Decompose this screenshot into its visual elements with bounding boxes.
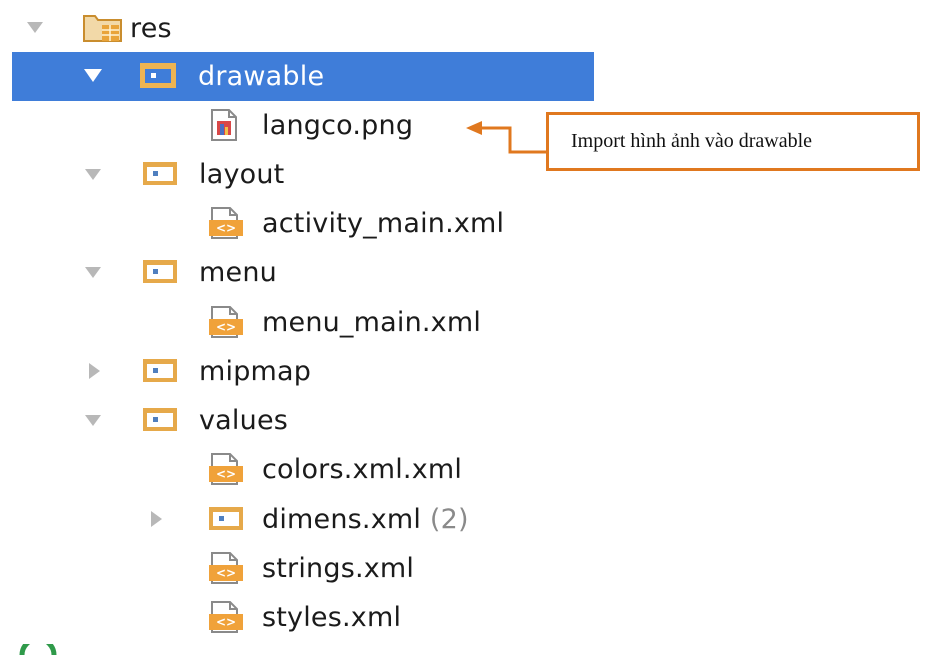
annotation-callout: Import hình ảnh vào drawable — [546, 112, 920, 171]
tree-item-strings-xml[interactable]: <> strings.xml — [0, 544, 600, 593]
folder-icon — [142, 257, 177, 287]
tree-item-activity-main-xml[interactable]: <> activity_main.xml — [0, 199, 600, 248]
tree-item-label: styles.xml — [262, 602, 402, 633]
xml-file-icon: <> — [208, 207, 243, 239]
tree-item-colors-xml[interactable]: <> colors.xml.xml — [0, 445, 600, 494]
folder-icon — [142, 356, 177, 386]
collapse-arrow-icon[interactable] — [86, 362, 104, 380]
svg-text:<>: <> — [216, 221, 236, 235]
tree-item-drawable[interactable]: drawable — [12, 52, 594, 101]
project-tree: res drawable langco.png layout <> activi… — [0, 0, 925, 655]
tree-item-label: langco.png — [262, 110, 414, 141]
tree-item-menu[interactable]: menu — [0, 248, 600, 297]
folder-icon — [142, 159, 177, 189]
tree-item-label: res — [130, 13, 172, 44]
tree-item-dimens-xml[interactable]: dimens.xml (2) — [0, 495, 600, 544]
resource-folder-icon — [83, 13, 122, 43]
tree-item-res[interactable]: res — [0, 4, 600, 53]
partial-app-icon — [19, 644, 57, 655]
callout-arrow-icon — [466, 121, 546, 154]
tree-item-label: drawable — [198, 61, 325, 92]
xml-file-icon: <> — [208, 601, 243, 633]
xml-file-icon: <> — [208, 552, 243, 584]
svg-text:<>: <> — [216, 615, 236, 629]
collapse-arrow-icon[interactable] — [148, 510, 166, 528]
expand-arrow-icon[interactable] — [26, 19, 44, 37]
tree-item-label: values — [199, 405, 289, 436]
expand-arrow-icon[interactable] — [84, 166, 102, 184]
xml-file-icon: <> — [208, 453, 243, 485]
folder-icon — [142, 405, 177, 435]
tree-item-label: menu — [199, 257, 277, 288]
tree-item-label: menu_main.xml — [262, 307, 482, 338]
tree-item-label: mipmap — [199, 356, 312, 387]
folder-icon — [140, 61, 176, 91]
folder-icon — [208, 504, 243, 534]
svg-text:<>: <> — [216, 566, 236, 580]
expand-arrow-icon[interactable] — [84, 412, 102, 430]
svg-text:<>: <> — [216, 320, 236, 334]
tree-item-mipmap[interactable]: mipmap — [0, 347, 600, 396]
xml-file-icon: <> — [208, 306, 243, 338]
expand-arrow-icon[interactable] — [84, 264, 102, 282]
tree-item-name: dimens.xml — [262, 504, 422, 535]
tree-item-label: activity_main.xml — [262, 208, 505, 239]
tree-item-styles-xml[interactable]: <> styles.xml — [0, 593, 600, 642]
file-count-badge: (2) — [429, 504, 469, 535]
tree-item-label: layout — [199, 159, 285, 190]
svg-text:<>: <> — [216, 467, 236, 481]
tree-item-values[interactable]: values — [0, 396, 600, 445]
tree-item-label: dimens.xml (2) — [262, 495, 469, 544]
tree-item-label: colors.xml.xml — [262, 454, 463, 485]
tree-item-menu-main-xml[interactable]: <> menu_main.xml — [0, 298, 600, 347]
image-file-icon — [210, 109, 244, 141]
expand-arrow-icon[interactable] — [84, 67, 102, 85]
tree-item-label: strings.xml — [262, 553, 415, 584]
